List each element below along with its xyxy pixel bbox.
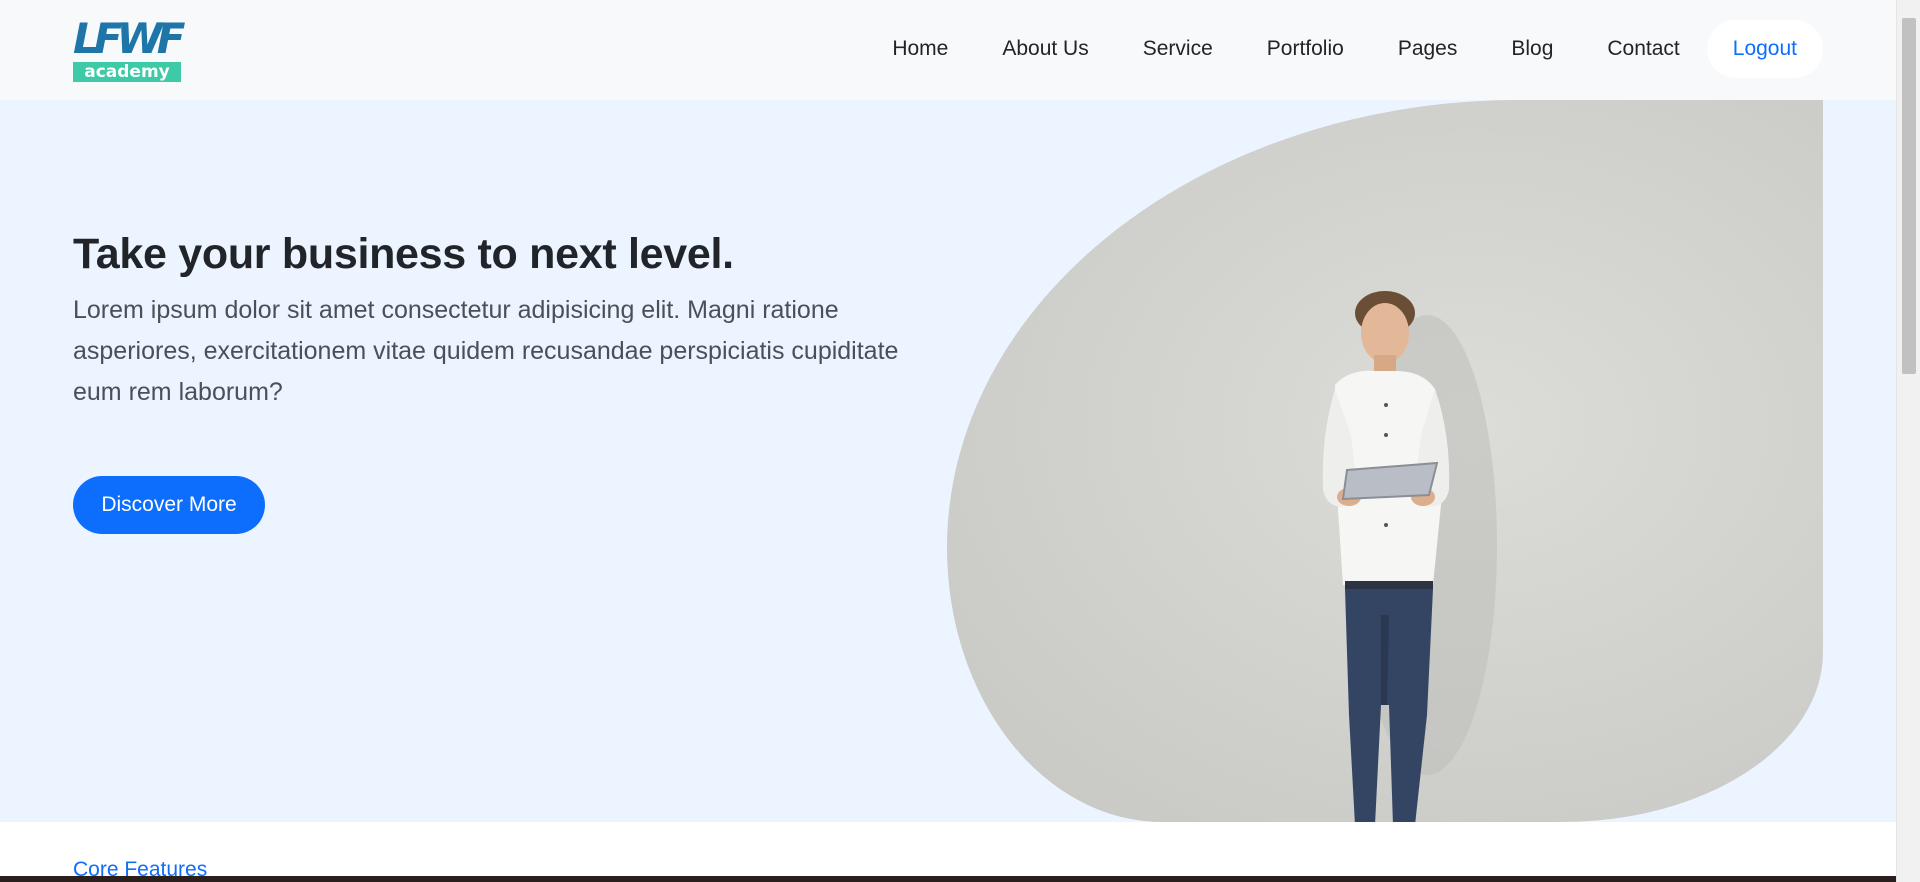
logo-wordmark: LFWF bbox=[73, 14, 186, 63]
hero-description: Lorem ipsum dolor sit amet consectetur a… bbox=[73, 296, 899, 406]
scrollbar-thumb[interactable] bbox=[1902, 18, 1916, 374]
page-scrollbar[interactable] bbox=[1896, 0, 1920, 882]
brand-logo[interactable]: LFWF academy bbox=[73, 14, 186, 82]
hero-image bbox=[947, 100, 1823, 822]
nav-about-us[interactable]: About Us bbox=[975, 20, 1115, 78]
page-bottom-edge bbox=[0, 876, 1896, 882]
main-nav: Home About Us Service Portfolio Pages Bl… bbox=[865, 20, 1823, 78]
nav-contact[interactable]: Contact bbox=[1580, 20, 1706, 78]
hero-title: Take your business to next level. bbox=[73, 230, 734, 278]
nav-pages[interactable]: Pages bbox=[1371, 20, 1485, 78]
nav-service[interactable]: Service bbox=[1116, 20, 1240, 78]
nav-home[interactable]: Home bbox=[865, 20, 975, 78]
nav-blog[interactable]: Blog bbox=[1484, 20, 1580, 78]
navbar: LFWF academy Home About Us Service Portf… bbox=[0, 0, 1896, 100]
hero-section: Take your business to next level. Lorem … bbox=[0, 100, 1896, 822]
nav-portfolio[interactable]: Portfolio bbox=[1240, 20, 1371, 78]
logout-button[interactable]: Logout bbox=[1706, 20, 1823, 78]
person-with-tablet-illustration bbox=[1322, 291, 1497, 822]
discover-more-button[interactable]: Discover More bbox=[73, 476, 265, 534]
logo-subtitle: academy bbox=[73, 62, 181, 82]
